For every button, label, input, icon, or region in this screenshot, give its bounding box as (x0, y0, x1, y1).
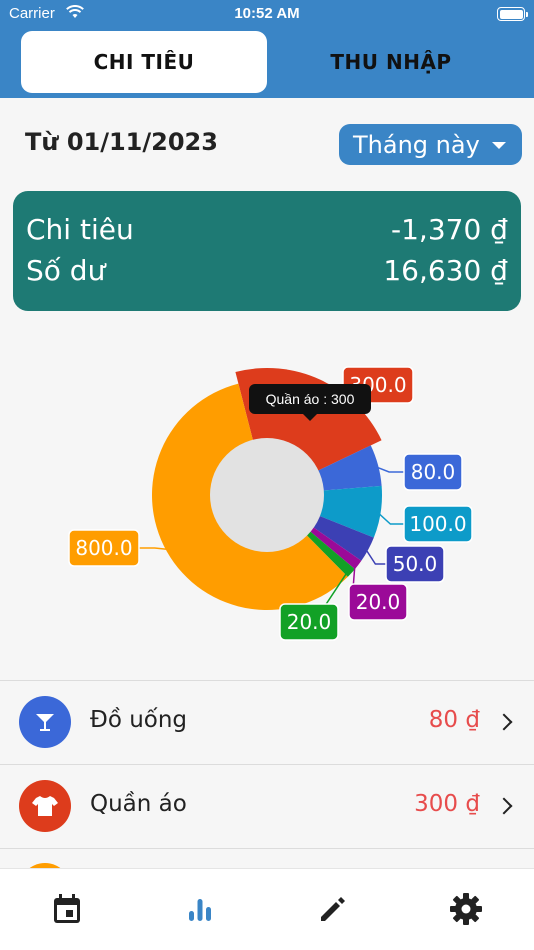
pie-data-label: 80.0 (411, 460, 456, 484)
list-item-drinks[interactable]: Đồ uống 80 ₫ (0, 681, 534, 764)
tshirt-icon (19, 780, 71, 832)
category-name: Quần áo (90, 791, 187, 817)
chevron-right-icon (495, 797, 513, 815)
chart-tooltip: Quần áo : 300 (249, 384, 371, 421)
pencil-icon[interactable] (315, 891, 351, 927)
pie-leader-line (376, 511, 404, 525)
expense-pie-chart[interactable]: 300.0 80.0 100.0 50.0 20.0 20.0 800.0 (0, 330, 534, 675)
pie-chart-svg: 300.080.0100.050.020.020.0800.0 (68, 366, 473, 641)
tab-income[interactable]: THU NHẬP (268, 31, 514, 93)
battery-icon (497, 7, 528, 21)
pie-data-label: 100.0 (409, 512, 466, 536)
pie-data-label: 50.0 (393, 552, 438, 576)
bottom-nav (0, 868, 534, 950)
chart-tooltip-text: Quần áo : 300 (265, 391, 355, 407)
summary-card (13, 191, 521, 311)
cocktail-icon (19, 696, 71, 748)
balance-summary-row: Số dư 16,630 ₫ (26, 254, 508, 290)
category-name: Đồ uống (90, 707, 188, 733)
expense-label: Chi tiêu (26, 213, 134, 246)
period-dropdown-label: Tháng này (353, 130, 480, 159)
tab-expense[interactable]: CHI TIÊU (21, 31, 267, 93)
status-bar: Carrier 10:52 AM (0, 0, 534, 28)
pie-data-label: 800.0 (75, 536, 132, 560)
expense-summary-row: Chi tiêu -1,370 ₫ (26, 213, 508, 249)
period-dropdown[interactable]: Tháng này (339, 124, 522, 165)
calendar-icon[interactable] (49, 891, 85, 927)
balance-value: 16,630 ₫ (383, 254, 508, 287)
pie-data-label: 20.0 (356, 590, 401, 614)
donut-hole (210, 438, 324, 552)
gear-icon[interactable] (448, 891, 484, 927)
category-amount: 300 ₫ (414, 791, 480, 817)
chart-icon[interactable] (182, 891, 218, 927)
date-range-label: Từ 01/11/2023 (25, 128, 218, 156)
category-amount: 80 ₫ (428, 707, 480, 733)
chevron-right-icon (495, 713, 513, 731)
status-time: 10:52 AM (234, 5, 300, 22)
app-header: Carrier 10:52 AM CHI TIÊU THU NHẬP (0, 0, 534, 98)
list-item-clothes[interactable]: Quần áo 300 ₫ (0, 765, 534, 848)
pie-data-label: 20.0 (287, 610, 332, 634)
expense-value: -1,370 ₫ (391, 213, 508, 246)
caret-down-icon (492, 142, 506, 149)
balance-label: Số dư (26, 254, 106, 287)
